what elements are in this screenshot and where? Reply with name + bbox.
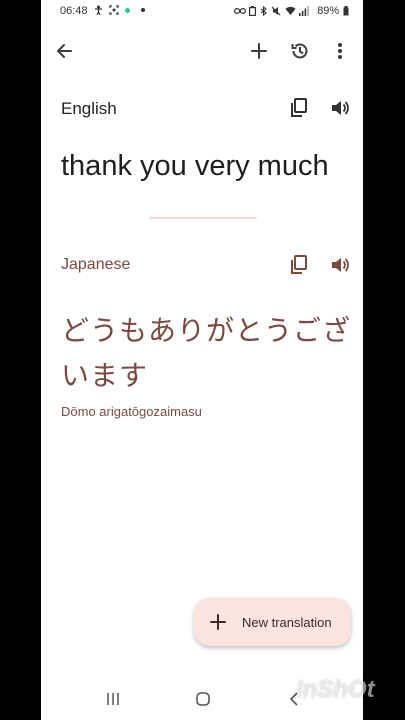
more-vertical-icon [338, 43, 342, 59]
speaker-icon [332, 101, 349, 115]
link-icon [233, 8, 246, 15]
new-translation-label: New translation [242, 614, 332, 630]
recents-icon [107, 693, 119, 705]
battery-percent: 89% [317, 5, 340, 17]
target-language-label[interactable]: Japanese [61, 256, 130, 274]
speak-source-button[interactable] [322, 90, 358, 126]
bluetooth-icon [260, 6, 267, 17]
home-button[interactable] [185, 681, 221, 717]
status-bar: 06:48 89% [41, 0, 363, 24]
green-dot-icon [124, 7, 130, 13]
add-button[interactable] [241, 33, 277, 69]
more-options-button[interactable] [322, 33, 358, 69]
notification-dot-icon [141, 8, 146, 13]
copy-icon [291, 98, 307, 117]
copy-translation-button[interactable] [281, 247, 317, 283]
translated-text[interactable]: どうもありがとうございます [61, 308, 351, 398]
source-text[interactable]: thank you very much [61, 150, 329, 183]
phone-screen: 06:48 89% English thank you very much Ja… [41, 0, 363, 720]
copy-source-button[interactable] [281, 90, 317, 126]
speaker-icon [332, 258, 349, 272]
accessibility-icon [95, 5, 102, 16]
arrow-left-icon [56, 44, 72, 58]
recents-button[interactable] [95, 681, 131, 717]
wifi-icon [285, 7, 296, 16]
app-bar [41, 30, 363, 74]
battery-saver-icon [249, 6, 257, 17]
screenshot-icon [109, 5, 119, 15]
signal-icon [299, 6, 310, 17]
inshot-watermark: InShOt [296, 676, 375, 703]
status-notification-icons [94, 5, 146, 16]
home-icon [196, 692, 210, 706]
mute-icon [271, 6, 281, 16]
back-button[interactable] [46, 33, 82, 69]
romanization-text: Dōmo arigatōgozaimasu [61, 404, 202, 419]
plus-icon [210, 614, 226, 630]
new-translation-button[interactable]: New translation [194, 598, 351, 646]
copy-icon [291, 255, 307, 274]
battery-icon [343, 6, 349, 16]
section-divider [149, 217, 257, 219]
history-button[interactable] [282, 33, 318, 69]
status-time: 06:48 [60, 5, 88, 17]
speak-translation-button[interactable] [322, 247, 358, 283]
history-icon [291, 43, 308, 59]
plus-icon [251, 43, 267, 59]
source-language-label[interactable]: English [61, 99, 117, 119]
status-right-icons: 89% [233, 5, 350, 17]
